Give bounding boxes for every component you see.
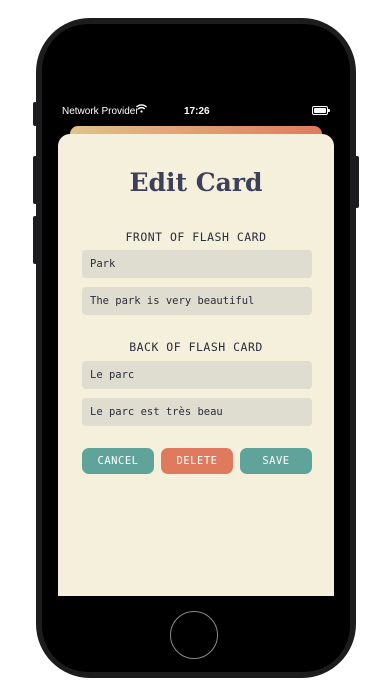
page-title: Edit Card [129, 168, 263, 197]
screen: Network Provider 17:26 Edit Card FRONT O… [56, 92, 336, 596]
wifi-icon [136, 104, 147, 116]
carrier-label: Network Provider [62, 106, 139, 117]
front-word-input[interactable] [82, 250, 312, 278]
delete-button[interactable]: DELETE [161, 448, 233, 474]
front-sentence-input[interactable] [82, 287, 312, 315]
battery-icon [312, 106, 330, 115]
back-word-input[interactable] [82, 361, 312, 389]
back-section-heading: BACK OF FLASH CARD [129, 340, 263, 354]
front-section-heading: FRONT OF FLASH CARD [125, 230, 267, 244]
volume-up-button [33, 156, 37, 204]
save-button[interactable]: SAVE [240, 448, 312, 474]
back-sentence-input[interactable] [82, 398, 312, 426]
volume-down-button [33, 216, 37, 264]
edit-card-sheet: Edit Card FRONT OF FLASH CARD BACK OF FL… [58, 134, 334, 596]
status-time: 17:26 [184, 106, 210, 117]
cancel-button[interactable]: CANCEL [82, 448, 154, 474]
status-bar: Network Provider 17:26 [56, 102, 336, 122]
mute-switch [33, 102, 37, 126]
home-button[interactable] [170, 611, 218, 659]
power-button [355, 156, 359, 208]
